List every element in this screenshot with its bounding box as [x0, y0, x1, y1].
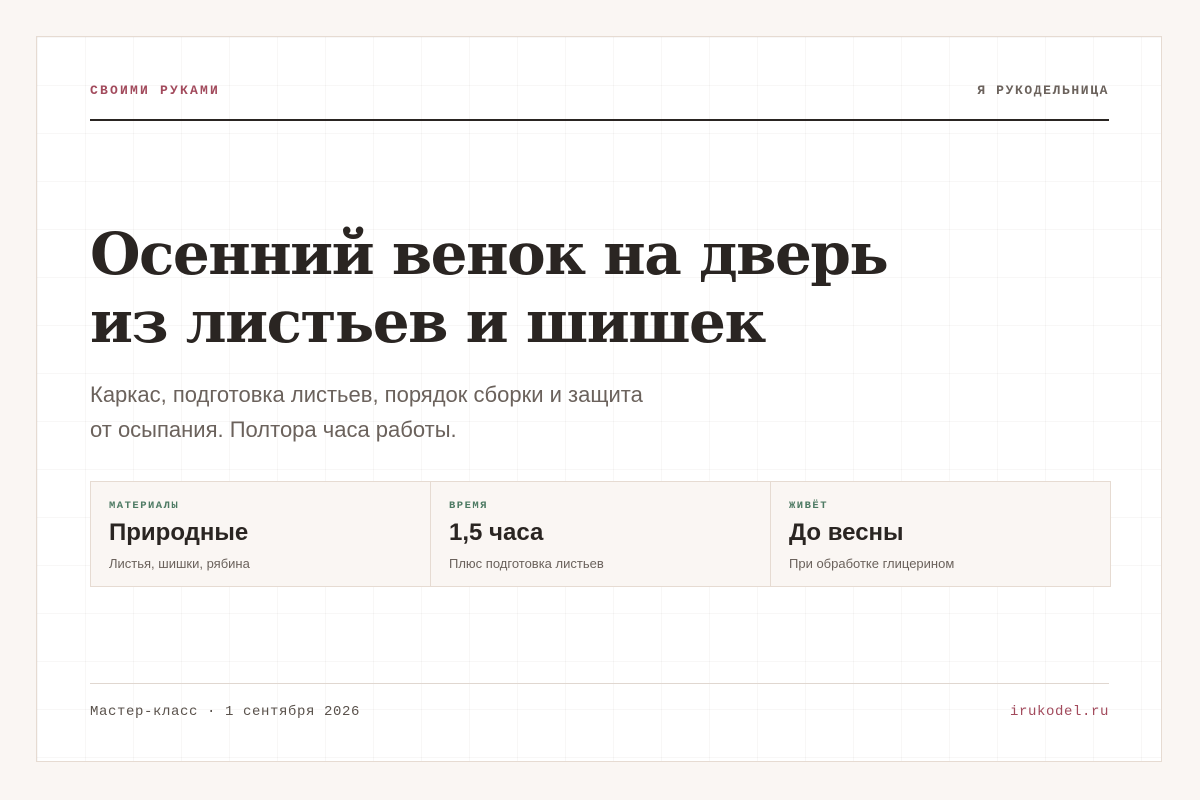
stat-label: ЖИВЁТ	[789, 500, 829, 512]
stat-lifespan: ЖИВЁТ До весны При обработке глицерином	[771, 482, 1110, 586]
stat-materials: МАТЕРИАЛЫ Природные Листья, шишки, рябин…	[91, 482, 431, 586]
footer-meta: Мастер-класс · 1 сентября 2026	[90, 704, 361, 720]
stat-note: Плюс подготовка листьев	[449, 556, 604, 571]
header: СВОИМИ РУКАМИ Я РУКОДЕЛЬНИЦА	[90, 83, 1109, 121]
title-line: из листьев и шишек	[90, 288, 766, 356]
stats-panel: МАТЕРИАЛЫ Природные Листья, шишки, рябин…	[90, 481, 1111, 587]
stat-value: Природные	[109, 519, 249, 546]
subtitle-line: Каркас, подготовка листьев, порядок сбор…	[90, 382, 643, 407]
stat-value: До весны	[789, 519, 904, 546]
footer-domain-link[interactable]: irukodel.ru	[1010, 704, 1109, 720]
stat-note: Листья, шишки, рябина	[109, 556, 250, 571]
brand-label[interactable]: СВОИМИ РУКАМИ	[90, 83, 220, 98]
site-name[interactable]: Я РУКОДЕЛЬНИЦА	[977, 83, 1109, 98]
footer: Мастер-класс · 1 сентября 2026 irukodel.…	[90, 683, 1109, 724]
stat-value: 1,5 часа	[449, 519, 544, 546]
article-title: Осенний венок на дверь из листьев и шише…	[90, 220, 990, 356]
stat-time: ВРЕМЯ 1,5 часа Плюс подготовка листьев	[431, 482, 771, 586]
article-card: СВОИМИ РУКАМИ Я РУКОДЕЛЬНИЦА Осенний вен…	[36, 36, 1162, 762]
stat-note: При обработке глицерином	[789, 556, 955, 571]
title-line: Осенний венок на дверь	[90, 220, 889, 288]
subtitle-line: от осыпания. Полтора часа работы.	[90, 417, 457, 442]
stat-label: МАТЕРИАЛЫ	[109, 500, 180, 512]
article-subtitle: Каркас, подготовка листьев, порядок сбор…	[90, 377, 770, 447]
stat-label: ВРЕМЯ	[449, 500, 489, 512]
